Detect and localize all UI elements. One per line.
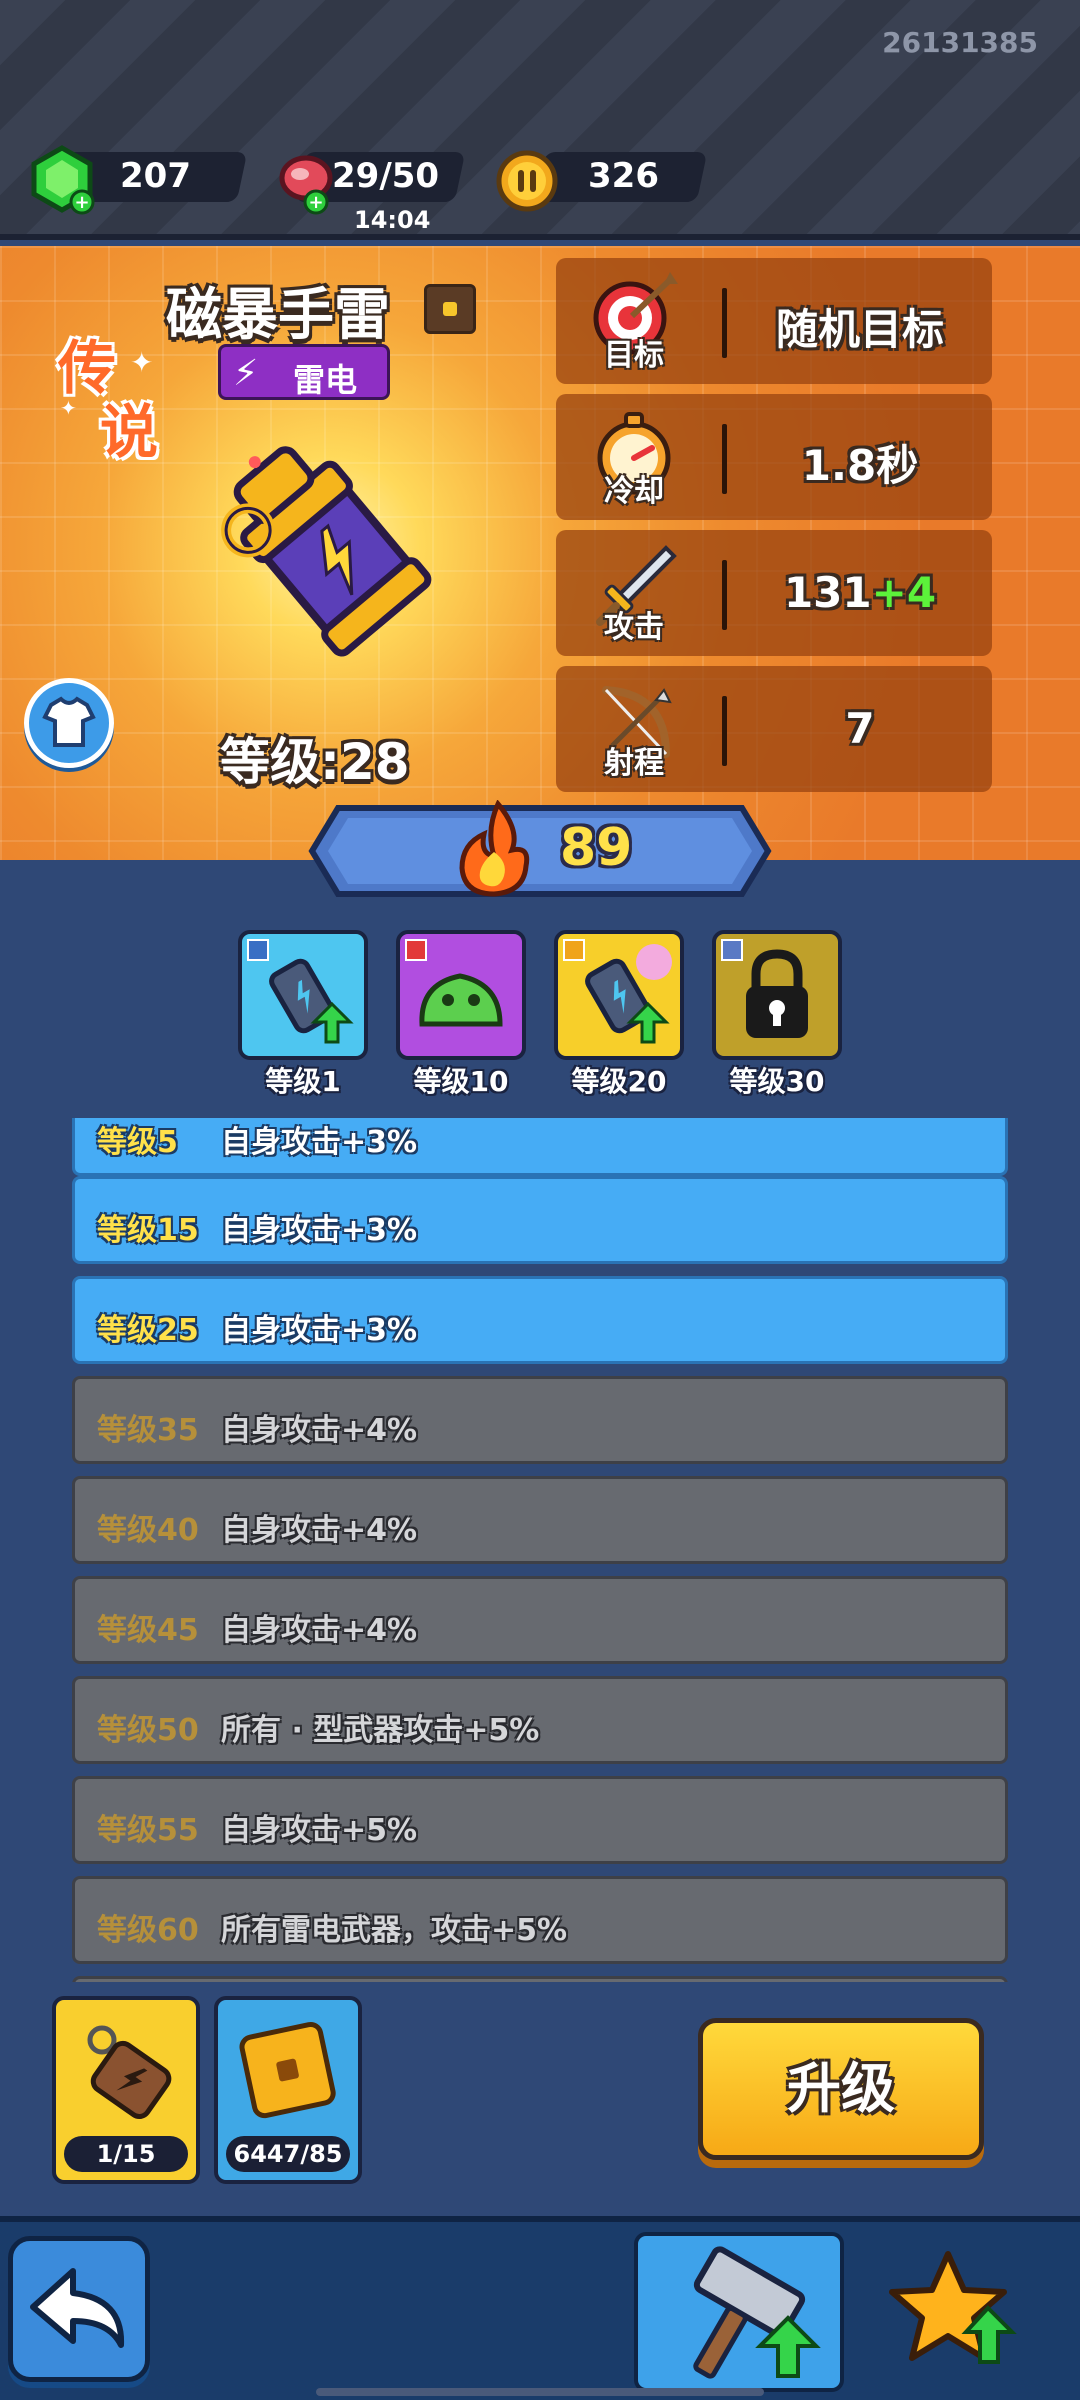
bonus-desc: 所有雷电武器，攻击+5%: [221, 1913, 568, 1948]
weapon-level: 等级:28: [220, 733, 410, 791]
bonus-desc: 所有 · 型武器攻击+5%: [221, 1713, 540, 1748]
bonus-level: 等级35: [97, 1413, 199, 1448]
svg-text:+: +: [74, 192, 89, 213]
stat-label: 攻击: [604, 610, 664, 645]
coin-icon: [496, 150, 558, 212]
stat-value: 1.8秒: [801, 441, 919, 490]
back-button[interactable]: [8, 2236, 150, 2382]
weapon-name: 磁暴手雷: [166, 283, 390, 348]
element-label: 雷电: [293, 361, 358, 399]
bonus-level: 等级5: [97, 1125, 178, 1160]
stamina-timer: 14:04: [354, 206, 431, 234]
slime-icon: [405, 939, 503, 1027]
bonus-desc: 自身攻击+5%: [221, 1813, 418, 1848]
forge-button[interactable]: [634, 2232, 844, 2392]
list-item: 等级15 自身攻击+3%: [72, 1176, 1008, 1264]
weapon-panel: 磁暴手雷 ⚡ 雷电 传 说 ✦ ✦ 等级:28 目标 随机目标 冷却 1.8秒 …: [0, 246, 1080, 860]
list-item: [72, 1976, 1008, 1982]
attack-bonus: +4: [871, 568, 937, 617]
skill-label: 等级1: [265, 1065, 341, 1098]
material-count: 6447/85: [226, 2136, 350, 2172]
list-item: 等级45 自身攻击+4%: [72, 1576, 1008, 1664]
sparkle-icon: ✦: [130, 346, 154, 379]
stat-value: 7: [845, 704, 875, 753]
bonus-level: 等级25: [97, 1313, 199, 1348]
svg-text:+: +: [308, 192, 323, 213]
stat-value: 131+4: [783, 568, 937, 617]
coins-count: 326: [588, 156, 659, 196]
gem-icon: +: [31, 145, 95, 215]
stat-label: 目标: [604, 338, 664, 373]
user-id: 26131385: [882, 26, 1038, 59]
skin-button[interactable]: [24, 678, 114, 768]
bonus-level: 等级50: [97, 1713, 199, 1748]
power-value: 89: [560, 818, 633, 878]
lightning-icon: ⚡: [233, 353, 259, 394]
star-upgrade-button[interactable]: [884, 2246, 1024, 2376]
skill-slot-3[interactable]: [554, 930, 684, 1060]
top-bar: 26131385 + 207 + 29/50 14:04 326: [0, 0, 1080, 240]
stat-target: 目标 随机目标: [556, 258, 992, 384]
bottom-nav: [0, 2216, 1080, 2400]
bonus-level: 等级40: [97, 1513, 199, 1548]
blueprint-tag-icon: [87, 2025, 172, 2120]
hammer-upgrade-icon: [693, 2246, 821, 2379]
bonus-desc: 自身攻击+4%: [221, 1513, 418, 1548]
skill-label: 等级30: [729, 1065, 825, 1098]
bonus-desc: 自身攻击+3%: [221, 1313, 418, 1348]
bonus-level: 等级55: [97, 1813, 199, 1848]
material-blueprint[interactable]: 1/15: [52, 1996, 200, 2184]
skill-label: 等级10: [413, 1065, 509, 1098]
list-item: 等级50 所有 · 型武器攻击+5%: [72, 1676, 1008, 1764]
bonus-desc: 自身攻击+3%: [221, 1213, 418, 1248]
star-upgrade-icon: [889, 2251, 1017, 2364]
skill-slot-1[interactable]: [238, 930, 368, 1060]
list-item: 等级35 自身攻击+4%: [72, 1376, 1008, 1464]
home-indicator[interactable]: [316, 2388, 764, 2396]
sparkle-icon: ✦: [60, 396, 77, 420]
bonus-level: 等级45: [97, 1613, 199, 1648]
stat-label: 冷却: [604, 474, 664, 509]
shirt-icon: [42, 696, 96, 747]
stat-label: 射程: [604, 746, 664, 781]
material-cube-icon: [239, 2021, 336, 2119]
bonus-level: 等级15: [97, 1213, 199, 1248]
grenade-charge-icon: [563, 939, 672, 1044]
list-item: 等级55 自身攻击+5%: [72, 1776, 1008, 1864]
list-item: 等级40 自身攻击+4%: [72, 1476, 1008, 1564]
list-item: 等级60 所有雷电武器，攻击+5%: [72, 1876, 1008, 1964]
stat-value: 随机目标: [775, 305, 944, 354]
stamina-count: 29/50: [332, 156, 440, 196]
gems-count: 207: [120, 156, 191, 196]
bonus-desc: 自身攻击+4%: [221, 1413, 418, 1448]
bonus-level: 等级60: [97, 1913, 199, 1948]
back-arrow-icon: [30, 2268, 125, 2348]
material-count: 1/15: [64, 2136, 188, 2172]
level-bonus-list[interactable]: 等级5 自身攻击+3% 等级15 自身攻击+3% 等级25 自身攻击+3% 等级…: [72, 1118, 1008, 1982]
upgrade-button[interactable]: 升级: [698, 2018, 984, 2160]
grenade-upgrade-icon: [247, 939, 354, 1044]
list-item: 等级5 自身攻击+3%: [72, 1118, 1008, 1176]
stat-cooldown: 冷却 1.8秒: [556, 394, 992, 520]
power-bar: [308, 805, 772, 897]
stat-range: 射程 7: [556, 666, 992, 792]
grenade-icon: [221, 446, 432, 657]
bonus-desc: 自身攻击+4%: [221, 1613, 418, 1648]
material-cube[interactable]: 6447/85: [214, 1996, 362, 2184]
stat-attack: 攻击 131+4: [556, 530, 992, 656]
element-badge: ⚡ 雷电: [218, 344, 390, 400]
skill-slot-2[interactable]: [396, 930, 526, 1060]
locked-icon: [721, 939, 808, 1038]
list-item: 等级25 自身攻击+3%: [72, 1276, 1008, 1364]
bonus-desc: 自身攻击+3%: [221, 1125, 418, 1160]
flame-icon: [459, 800, 530, 897]
skill-slot-4[interactable]: [712, 930, 842, 1060]
skill-label: 等级20: [571, 1065, 667, 1098]
weapon-gem-slot[interactable]: [424, 284, 476, 334]
